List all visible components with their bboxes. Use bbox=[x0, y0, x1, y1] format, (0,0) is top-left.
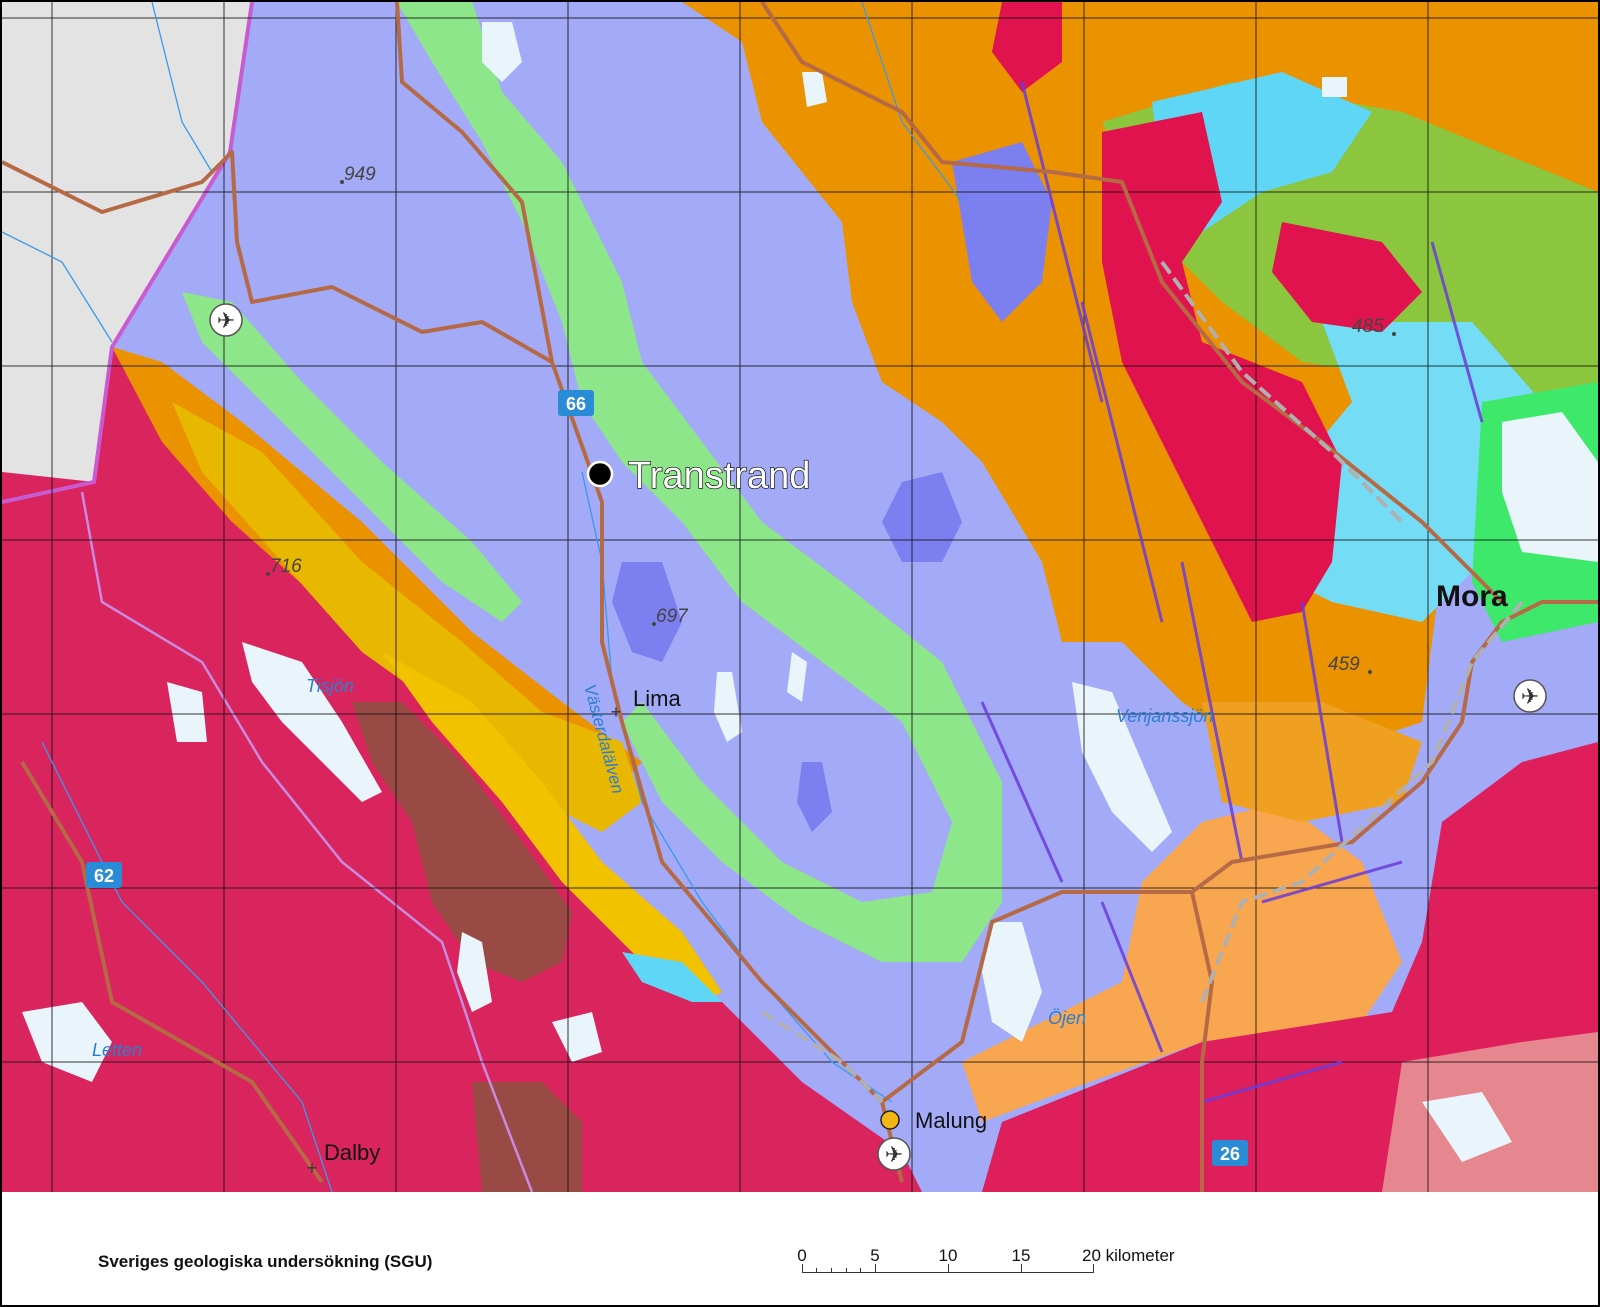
water-label-tisjon: Tisjön bbox=[306, 676, 354, 696]
lake-ne1 bbox=[1322, 77, 1347, 97]
road-shield-26: 26 bbox=[1212, 1140, 1248, 1166]
scale-tick bbox=[816, 1268, 817, 1273]
road-shield-26-label: 26 bbox=[1220, 1144, 1240, 1164]
elevation-485: 485 bbox=[1352, 316, 1384, 337]
church-icon: + bbox=[611, 702, 622, 722]
map-frame: 66 62 26 ✈ ✈ ✈ + + Transtrand Mora Lima … bbox=[0, 0, 1600, 1307]
elevation-459: 459 bbox=[1328, 654, 1360, 675]
scale-tick bbox=[875, 1264, 876, 1273]
map-credit: Sveriges geologiska undersökning (SGU) bbox=[98, 1252, 433, 1271]
svg-text:✈: ✈ bbox=[885, 1142, 903, 1167]
place-label-malung[interactable]: Malung bbox=[915, 1108, 987, 1133]
place-label-transtrand[interactable]: Transtrand bbox=[627, 454, 811, 497]
scale-bar: 0 5 10 15 20 kilometer bbox=[792, 1246, 1192, 1286]
scale-tick bbox=[948, 1264, 949, 1273]
airport-icon[interactable]: ✈ bbox=[877, 1137, 911, 1171]
scale-tick bbox=[1021, 1264, 1022, 1273]
scale-label-20: 20 kilometer bbox=[1082, 1246, 1175, 1265]
airport-icon[interactable]: ✈ bbox=[209, 303, 243, 337]
scale-tick bbox=[846, 1268, 847, 1273]
water-label-letten: Letten bbox=[92, 1040, 142, 1060]
scale-label-15: 15 bbox=[1011, 1246, 1031, 1265]
road-shield-62-label: 62 bbox=[94, 866, 114, 886]
svg-text:✈: ✈ bbox=[217, 308, 235, 333]
town-dot-transtrand[interactable] bbox=[586, 460, 614, 488]
place-label-dalby[interactable]: Dalby bbox=[324, 1140, 380, 1165]
scale-label-10: 10 bbox=[938, 1246, 958, 1265]
airport-icon[interactable]: ✈ bbox=[1513, 679, 1547, 713]
scale-tick bbox=[802, 1264, 803, 1273]
road-shield-66-label: 66 bbox=[566, 394, 586, 414]
place-label-lima[interactable]: Lima bbox=[633, 686, 681, 711]
road-shield-62: 62 bbox=[86, 862, 122, 888]
place-label-mora[interactable]: Mora bbox=[1436, 580, 1508, 613]
svg-text:✈: ✈ bbox=[1521, 684, 1539, 709]
elevation-697: 697 bbox=[656, 606, 689, 627]
water-label-ojen: Öjen bbox=[1048, 1008, 1086, 1028]
scale-tick bbox=[1093, 1264, 1094, 1273]
scale-label-5: 5 bbox=[870, 1246, 880, 1265]
town-dot-malung[interactable] bbox=[880, 1110, 900, 1130]
church-icon: + bbox=[307, 1158, 318, 1178]
scale-tick bbox=[831, 1268, 832, 1273]
scale-tick bbox=[860, 1268, 861, 1273]
elevation-949: 949 bbox=[344, 164, 376, 185]
elevation-716: 716 bbox=[270, 556, 302, 577]
water-label-venjanssjon: Venjanssjön bbox=[1116, 706, 1213, 726]
geological-map[interactable]: 66 62 26 ✈ ✈ ✈ + + Transtrand Mora Lima … bbox=[2, 2, 1598, 1192]
scale-label-0: 0 bbox=[797, 1246, 807, 1265]
road-shield-66: 66 bbox=[558, 390, 594, 416]
